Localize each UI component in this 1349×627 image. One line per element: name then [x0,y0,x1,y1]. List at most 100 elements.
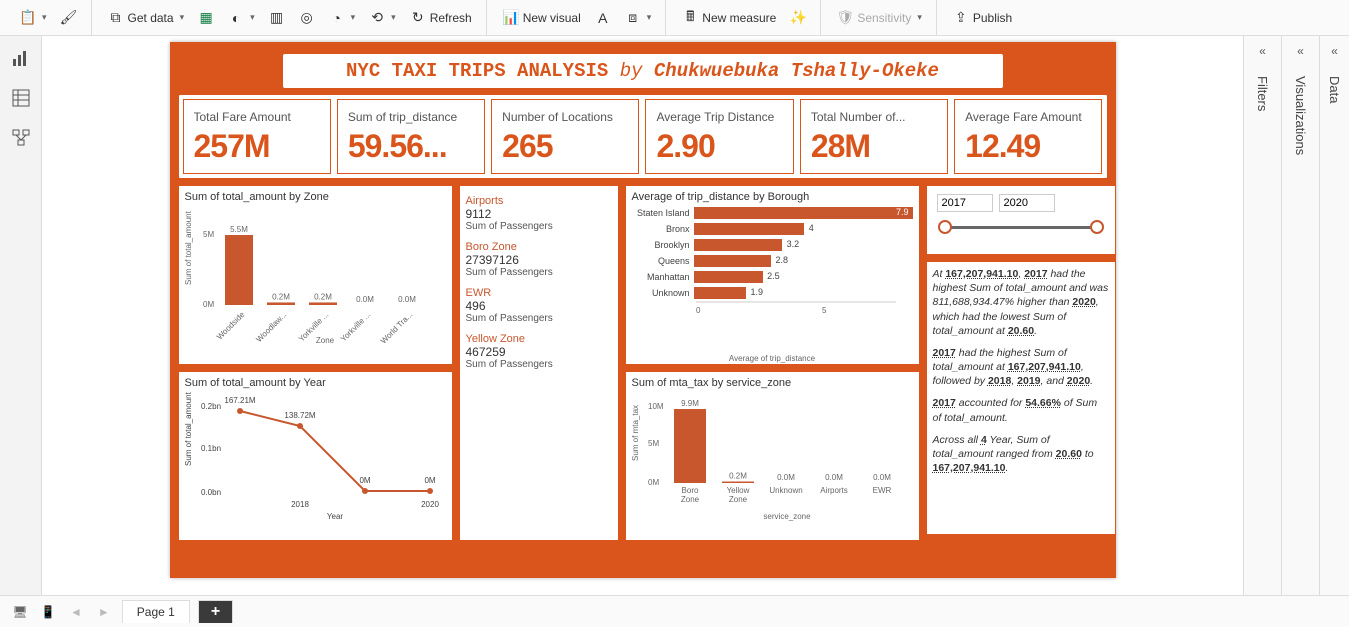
multi-row-card[interactable]: Airports 9112 Sum of Passengers Boro Zon… [459,185,619,541]
svg-text:0M: 0M [424,476,435,485]
svg-text:Unknown: Unknown [769,486,802,495]
kpi-card[interactable]: Number of Locations265 [491,99,639,174]
svg-text:0.0M: 0.0M [873,473,891,482]
dataverse-icon: ◔ [329,10,345,26]
refresh-icon: ↻ [410,10,426,26]
title-author: Chukwuebuka Tshally-Okeke [654,60,939,82]
chart-mta-bar[interactable]: Sum of mta_tax by service_zone Sum of mt… [625,371,920,541]
svg-text:2018: 2018 [291,500,309,509]
data-pane-collapsed[interactable]: « Data [1319,36,1349,595]
expand-icon[interactable]: « [1297,44,1304,58]
svg-text:0.0bn: 0.0bn [201,488,221,497]
kpi-card[interactable]: Total Number of...28M [800,99,948,174]
svg-text:0.1bn: 0.1bn [201,444,221,453]
slider-thumb-right[interactable] [1090,220,1104,234]
expand-icon[interactable]: « [1259,44,1266,58]
smart-narrative[interactable]: At 167,207,941.10, 2017 had the highest … [926,261,1116,535]
canvas[interactable]: NYC TAXI TRIPS ANALYSIS by Chukwuebuka T… [42,36,1243,595]
add-page-button[interactable]: + [198,600,233,623]
multi-card-item: Airports 9112 Sum of Passengers [466,191,612,237]
publish-icon: ⇪ [953,10,969,26]
svg-text:Woodlaw...: Woodlaw... [254,310,288,344]
measure-icon: 🖩 [682,10,698,26]
desktop-layout-button[interactable]: 🖥 [10,605,30,619]
get-data-button[interactable]: ⧉Get data▾ [102,6,191,30]
kpi-row: Total Fare Amount257M Sum of trip_distan… [178,94,1108,179]
hbar-row: Queens 2.8 [632,253,913,269]
slicer-from-input[interactable] [937,194,993,212]
svg-text:0M: 0M [359,476,370,485]
svg-text:138.72M: 138.72M [284,411,315,420]
page-tabs-footer: 🖥 📱 ◄ ► Page 1 + [0,595,1349,627]
text-box-button[interactable]: A [589,6,617,30]
paste-button[interactable]: 📋▾ [14,6,53,30]
svg-text:Sum of total_amount: Sum of total_amount [185,391,193,466]
more-visuals-button[interactable]: ⧈▾ [619,6,658,30]
svg-text:Yorkville ...: Yorkville ... [338,310,372,344]
svg-text:10M: 10M [648,402,664,411]
excel-source-button[interactable]: ▦ [192,6,220,30]
textbox-icon: A [595,10,611,26]
right-rails: « Filters « Visualizations « Data [1243,36,1349,595]
new-visual-button[interactable]: 📊New visual [497,6,587,30]
year-slicer[interactable] [926,185,1116,255]
visualizations-pane-collapsed[interactable]: « Visualizations [1281,36,1319,595]
enter-data-button[interactable]: ◎ [293,6,321,30]
datahub-button[interactable]: ◐▾ [222,6,261,30]
svg-text:World Tra...: World Tra... [378,310,413,345]
mobile-layout-button[interactable]: 📱 [38,605,58,619]
data-view-button[interactable] [11,88,31,108]
format-painter-button[interactable]: 🖌 [55,6,83,30]
chart-year-line[interactable]: Sum of total_amount by Year Sum of total… [178,371,453,541]
brush-icon: 🖌 [61,10,77,26]
kpi-card[interactable]: Sum of trip_distance59.56... [337,99,485,174]
multi-card-item: Yellow Zone 467259 Sum of Passengers [466,329,612,375]
filters-pane-label: Filters [1255,76,1270,111]
svg-text:0.2M: 0.2M [314,292,332,301]
data-pane-label: Data [1327,76,1342,103]
slicer-to-input[interactable] [999,194,1055,212]
slider-track[interactable] [945,226,1097,229]
expand-icon[interactable]: « [1331,44,1338,58]
hbar-row: Manhattan 2.5 [632,269,913,285]
model-view-button[interactable] [11,128,31,148]
new-measure-button[interactable]: 🖩New measure [676,6,782,30]
sql-icon: ▥ [269,10,285,26]
more-visuals-icon: ⧈ [625,10,641,26]
svg-text:Year: Year [326,512,343,521]
dataverse-button[interactable]: ◔▾ [323,6,362,30]
quick-measure-button[interactable]: ✨ [784,6,812,30]
svg-text:0.0M: 0.0M [356,295,374,304]
kpi-card[interactable]: Total Fare Amount257M [183,99,331,174]
kpi-card[interactable]: Average Trip Distance2.90 [645,99,793,174]
tab-nav-prev[interactable]: ◄ [66,605,86,619]
transform-data-button[interactable]: ⟲▾ [363,6,402,30]
report-view-button[interactable] [11,48,31,68]
tab-nav-next[interactable]: ► [94,605,114,619]
svg-text:Sum of total_amount: Sum of total_amount [185,210,193,285]
kpi-card[interactable]: Average Fare Amount12.49 [954,99,1102,174]
title-by: by [620,60,643,82]
sensitivity-icon: 🛡 [837,10,853,26]
publish-button[interactable]: ⇪Publish [947,6,1018,30]
svg-text:5.5M: 5.5M [230,225,248,234]
svg-text:Boro: Boro [681,486,698,495]
svg-text:2020: 2020 [421,500,439,509]
slider-thumb-left[interactable] [938,220,952,234]
svg-text:0.0M: 0.0M [398,295,416,304]
chart-zone-bar[interactable]: Sum of total_amount by Zone Sum of total… [178,185,453,365]
svg-text:Sum of mta_tax: Sum of mta_tax [632,405,640,461]
chart-borough-hbar[interactable]: Average of trip_distance by Borough Stat… [625,185,920,365]
page-tab[interactable]: Page 1 [122,600,190,623]
svg-text:EWR: EWR [872,486,891,495]
svg-text:0.0M: 0.0M [777,473,795,482]
refresh-button[interactable]: ↻Refresh [404,6,478,30]
filters-pane-collapsed[interactable]: « Filters [1243,36,1281,595]
svg-text:0.0M: 0.0M [825,473,843,482]
visualizations-pane-label: Visualizations [1293,76,1308,155]
sql-server-button[interactable]: ▥ [263,6,291,30]
svg-text:Zone: Zone [680,495,699,504]
title-main: NYC TAXI TRIPS ANALYSIS [346,60,608,82]
hbar-row: Unknown 1.9 [632,285,913,301]
data-icon: ⧉ [108,10,124,26]
